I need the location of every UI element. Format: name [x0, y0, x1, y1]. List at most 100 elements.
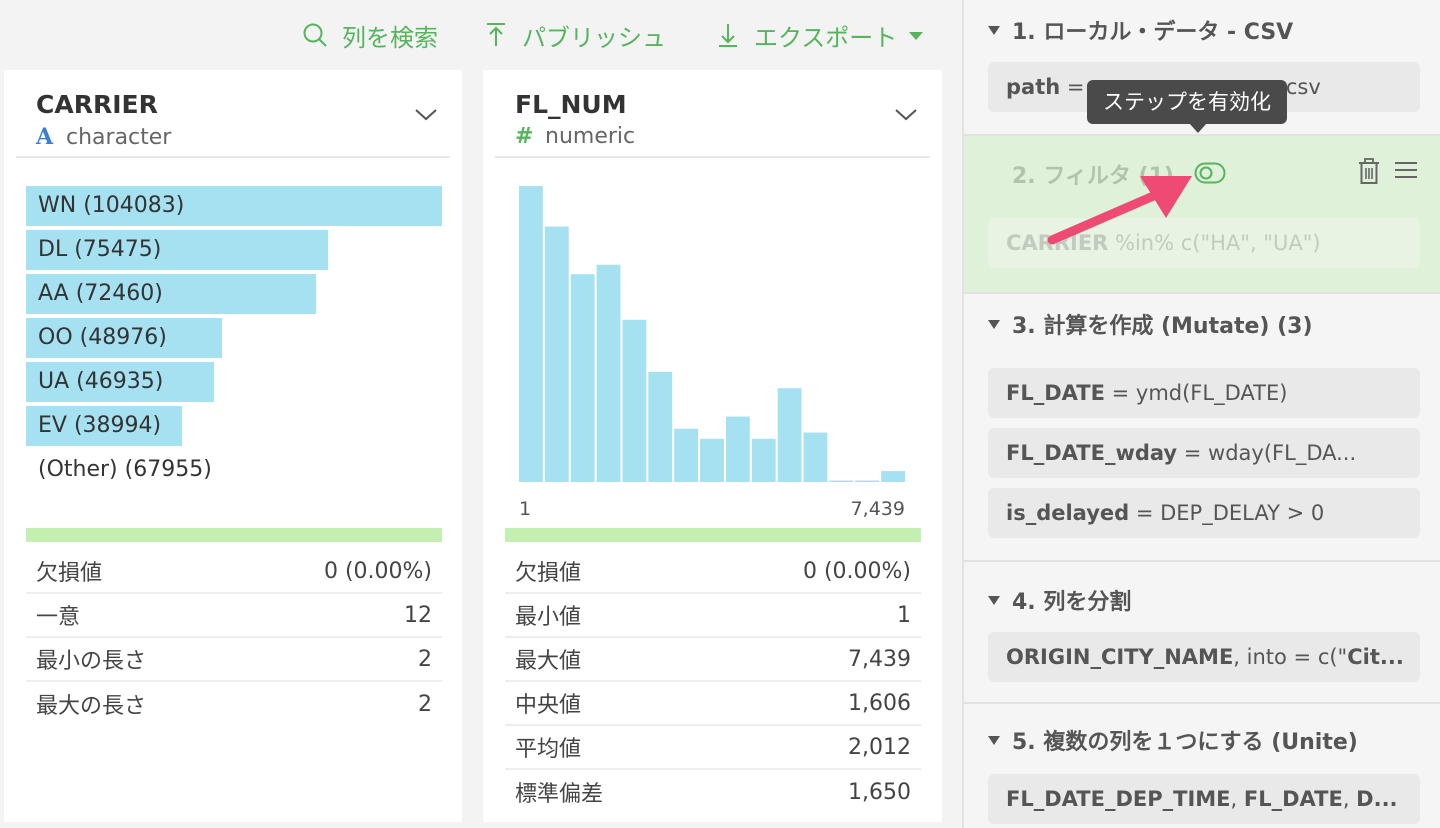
- step-title[interactable]: 1. ローカル・データ - CSV: [988, 14, 1293, 46]
- step-command[interactable]: FL_DATE_DEP_TIME, FL_DATE, D...: [988, 774, 1420, 824]
- stat-row: 中央値 1,606: [505, 682, 921, 726]
- column-name: CARRIER: [36, 90, 158, 119]
- step-title-label: 4. 列を分割: [1012, 590, 1132, 615]
- histogram-bar[interactable]: [544, 226, 569, 482]
- command-text: , into = c(": [1233, 645, 1348, 669]
- command-key: FL_DATE: [1243, 787, 1343, 811]
- category-bar-label: DL (75475): [38, 237, 162, 262]
- step-command[interactable]: ORIGIN_CITY_NAME, into = c("Cit...: [988, 632, 1420, 682]
- histogram-bar[interactable]: [829, 480, 854, 482]
- numeric-type-icon: #: [515, 124, 534, 149]
- command-key: FL_DATE: [1006, 381, 1105, 405]
- stat-value: 12: [404, 602, 432, 628]
- chevron-down-icon[interactable]: [412, 100, 440, 128]
- stat-value: 0 (0.00%): [802, 558, 911, 584]
- category-bar-row[interactable]: AA (72460): [26, 274, 442, 314]
- category-bar-chart: WN (104083) DL (75475) AA (72460) OO (48976…: [26, 186, 442, 494]
- category-bar-row[interactable]: (Other) (67955): [26, 450, 442, 490]
- command-text: = wday(FL_DA...: [1177, 441, 1357, 465]
- histogram-bar[interactable]: [596, 264, 621, 482]
- stat-row: 欠損値 0 (0.00%): [26, 550, 442, 594]
- search-columns-label: 列を検索: [342, 23, 438, 52]
- publish-button[interactable]: パブリッシュ: [484, 18, 666, 52]
- chevron-down-icon[interactable]: [892, 100, 920, 128]
- stat-label: 欠損値: [515, 561, 582, 586]
- stat-label: 最大の長さ: [36, 694, 147, 719]
- stat-row: 最小の長さ 2: [26, 638, 442, 682]
- histogram-bar[interactable]: [803, 432, 828, 482]
- command-key: path: [1006, 75, 1061, 99]
- step-title-label: 1. ローカル・データ - CSV: [1012, 20, 1294, 45]
- step-command[interactable]: FL_DATE = ymd(FL_DATE): [988, 368, 1420, 418]
- stat-value: 7,439: [848, 646, 911, 672]
- collapse-triangle-icon[interactable]: [988, 319, 1000, 329]
- command-text: ,: [1342, 787, 1357, 811]
- column-type-label: character: [66, 124, 172, 150]
- step-title[interactable]: 3. 計算を作成 (Mutate) (3): [988, 308, 1313, 340]
- stat-value: 2: [418, 691, 432, 717]
- category-bar-label: (Other) (67955): [38, 457, 212, 482]
- stat-row: 一意 12: [26, 594, 442, 638]
- step-command[interactable]: is_delayed = DEP_DELAY > 0: [988, 488, 1420, 538]
- step-title[interactable]: 5. 複数の列を１つにする (Unite): [988, 724, 1358, 756]
- column-card-carrier: CARRIER A character WN (104083) DL (75475…: [4, 70, 462, 822]
- column-summary-stats: 欠損値 0 (0.00%) 一意 12 最小の長さ 2 最大の長さ 2: [26, 550, 442, 726]
- category-bar-label: UA (46935): [38, 369, 164, 394]
- step-mutate[interactable]: 3. 計算を作成 (Mutate) (3) FL_DATE = ymd(FL_D…: [964, 294, 1440, 562]
- category-bar-label: AA (72460): [38, 281, 163, 306]
- column-summary-stats: 欠損値 0 (0.00%) 最小値 1 最大値 7,439 中央値 1,606 平均値 2,012…: [505, 550, 921, 814]
- category-bar-label: WN (104083): [38, 193, 185, 218]
- step-unite[interactable]: 5. 複数の列を１つにする (Unite) FL_DATE_DEP_TIME, …: [964, 704, 1440, 828]
- histogram-bar[interactable]: [519, 186, 543, 482]
- histogram-bar[interactable]: [700, 438, 724, 482]
- stat-label: 最小の長さ: [36, 649, 147, 674]
- stat-label: 標準偏差: [515, 782, 604, 807]
- category-bar-row[interactable]: EV (38994): [26, 406, 442, 446]
- command-key: is_delayed: [1006, 501, 1130, 525]
- step-filter-disabled[interactable]: 2. フィルタ (1) CARRIER %in% c("HA", "UA"): [964, 136, 1440, 294]
- stat-label: 一意: [36, 605, 81, 630]
- command-text: = DEP_DELAY > 0: [1129, 501, 1325, 525]
- collapse-triangle-icon[interactable]: [988, 595, 1000, 605]
- category-bar-label: EV (38994): [38, 413, 162, 438]
- stat-value: 0 (0.00%): [323, 558, 432, 584]
- histogram: 1 7,439: [505, 180, 921, 520]
- command-key: D...: [1356, 787, 1398, 811]
- category-bar-row[interactable]: WN (104083): [26, 186, 442, 226]
- column-type: # numeric: [515, 124, 635, 149]
- column-header: CARRIER A character: [16, 70, 450, 158]
- histogram-bar[interactable]: [855, 480, 880, 482]
- search-columns-button[interactable]: 列を検索: [302, 18, 438, 52]
- histogram-bar[interactable]: [622, 319, 647, 482]
- stat-label: 最小値: [515, 605, 582, 630]
- stat-row: 最小値 1: [505, 594, 921, 638]
- histogram-min-label: 1: [519, 498, 532, 520]
- step-command[interactable]: FL_DATE_wday = wday(FL_DA...: [988, 428, 1420, 478]
- category-bar-row[interactable]: DL (75475): [26, 230, 442, 270]
- annotation-arrow-icon: [1047, 176, 1192, 245]
- histogram-bar[interactable]: [777, 388, 802, 482]
- export-button[interactable]: エクスポート: [716, 18, 924, 52]
- command-key: ORIGIN_CITY_NAME: [1006, 645, 1234, 669]
- hamburger-menu-icon[interactable]: [1394, 160, 1418, 180]
- histogram-bar[interactable]: [648, 371, 673, 482]
- histogram-bar[interactable]: [725, 416, 750, 482]
- histogram-bar[interactable]: [751, 438, 776, 482]
- character-type-icon: A: [36, 124, 54, 150]
- column-header: FL_NUM # numeric: [495, 70, 930, 158]
- collapse-triangle-icon[interactable]: [988, 25, 1000, 35]
- upload-icon: [487, 23, 505, 46]
- command-key: FL_DATE_wday: [1006, 441, 1178, 465]
- histogram-chart: [519, 186, 905, 482]
- category-bar-row[interactable]: OO (48976): [26, 318, 442, 358]
- stat-label: 最大値: [515, 649, 582, 674]
- step-separate[interactable]: 4. 列を分割 ORIGIN_CITY_NAME, into = c("Cit.…: [964, 562, 1440, 704]
- category-bar-row[interactable]: UA (46935): [26, 362, 442, 402]
- trash-icon[interactable]: [1358, 158, 1380, 184]
- step-title-label: 3. 計算を作成 (Mutate) (3): [1012, 314, 1313, 339]
- histogram-bar[interactable]: [674, 428, 699, 482]
- collapse-triangle-icon[interactable]: [988, 735, 1000, 745]
- step-title[interactable]: 4. 列を分割: [988, 584, 1131, 616]
- histogram-bar[interactable]: [881, 471, 905, 482]
- histogram-bar[interactable]: [570, 274, 595, 482]
